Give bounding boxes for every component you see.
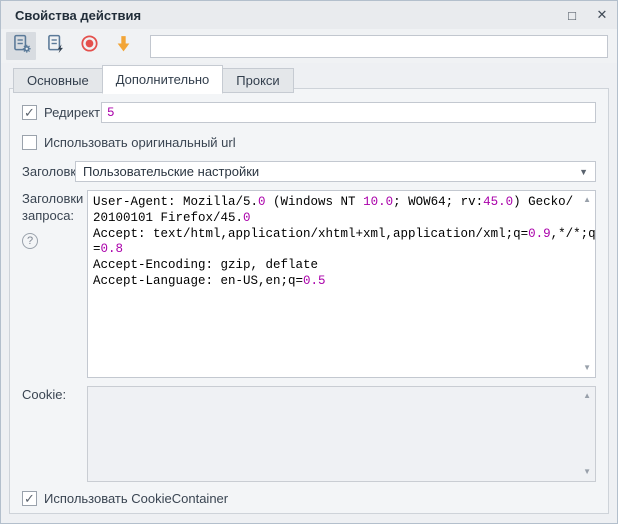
request-headers-textarea[interactable]: User-Agent: Mozilla/5.0 (Windows NT 10.0… [87, 190, 596, 378]
request-headers-label-column: Заголовки запроса: ? [22, 190, 87, 249]
scroll-down-icon[interactable]: ▼ [583, 468, 591, 476]
down-arrow-icon [113, 33, 134, 59]
help-icon[interactable]: ? [22, 233, 38, 249]
headers-select-value: Пользовательские настройки [83, 164, 259, 179]
tab-basic[interactable]: Основные [13, 68, 103, 93]
download-button[interactable] [108, 32, 138, 60]
redirect-row: ✓ Редирект [22, 102, 596, 123]
document-gear-icon [11, 33, 32, 59]
original-url-row: Использовать оригинальный url [22, 135, 596, 150]
action-properties-window: Свойства действия □ ✕ [0, 0, 618, 524]
scroll-up-icon[interactable]: ▲ [583, 196, 591, 204]
request-headers-label-line2: запроса: [22, 207, 87, 224]
cookie-label: Cookie: [22, 386, 87, 403]
chevron-down-icon: ▼ [579, 167, 588, 177]
original-url-label: Использовать оригинальный url [44, 135, 236, 150]
redirect-checkbox[interactable]: ✓ [22, 105, 37, 120]
advanced-tab-panel: ✓ Редирект Использовать оригинальный url… [9, 88, 609, 514]
headers-select-label: Заголовки: [22, 164, 75, 179]
cookie-container-row: ✓ Использовать CookieContainer [22, 491, 596, 506]
action-settings-button[interactable] [6, 32, 36, 60]
original-url-checkbox[interactable] [22, 135, 37, 150]
tab-bar: Основные Дополнительно Прокси [13, 65, 617, 93]
action-edit-button[interactable] [40, 32, 70, 60]
request-headers-label-line1: Заголовки [22, 190, 87, 207]
toolbar-input[interactable] [150, 35, 608, 58]
redirect-count-input[interactable] [101, 102, 596, 123]
headers-select[interactable]: Пользовательские настройки ▼ [75, 161, 596, 182]
window-controls: □ ✕ [557, 1, 617, 29]
cookie-textarea[interactable]: ▲ ▼ [87, 386, 596, 482]
request-headers-text: User-Agent: Mozilla/5.0 (Windows NT 10.0… [93, 195, 577, 290]
toolbar [1, 29, 617, 63]
scroll-down-icon[interactable]: ▼ [583, 364, 591, 372]
document-lightning-icon [45, 33, 66, 59]
titlebar: Свойства действия □ ✕ [1, 1, 617, 29]
headers-select-row: Заголовки: Пользовательские настройки ▼ [22, 161, 596, 182]
cookie-row: Cookie: ▲ ▼ [22, 386, 596, 482]
tab-advanced[interactable]: Дополнительно [102, 65, 224, 94]
redirect-label: Редирект [44, 105, 101, 120]
cookie-container-checkbox[interactable]: ✓ [22, 491, 37, 506]
record-icon [79, 33, 100, 59]
window-title: Свойства действия [15, 8, 141, 23]
close-icon[interactable]: ✕ [587, 1, 617, 29]
scroll-up-icon[interactable]: ▲ [583, 392, 591, 400]
cookie-container-label: Использовать CookieContainer [44, 491, 228, 506]
record-button[interactable] [74, 32, 104, 60]
tab-proxy[interactable]: Прокси [222, 68, 293, 93]
maximize-icon[interactable]: □ [557, 1, 587, 29]
request-headers-row: Заголовки запроса: ? User-Agent: Mozilla… [22, 190, 596, 378]
